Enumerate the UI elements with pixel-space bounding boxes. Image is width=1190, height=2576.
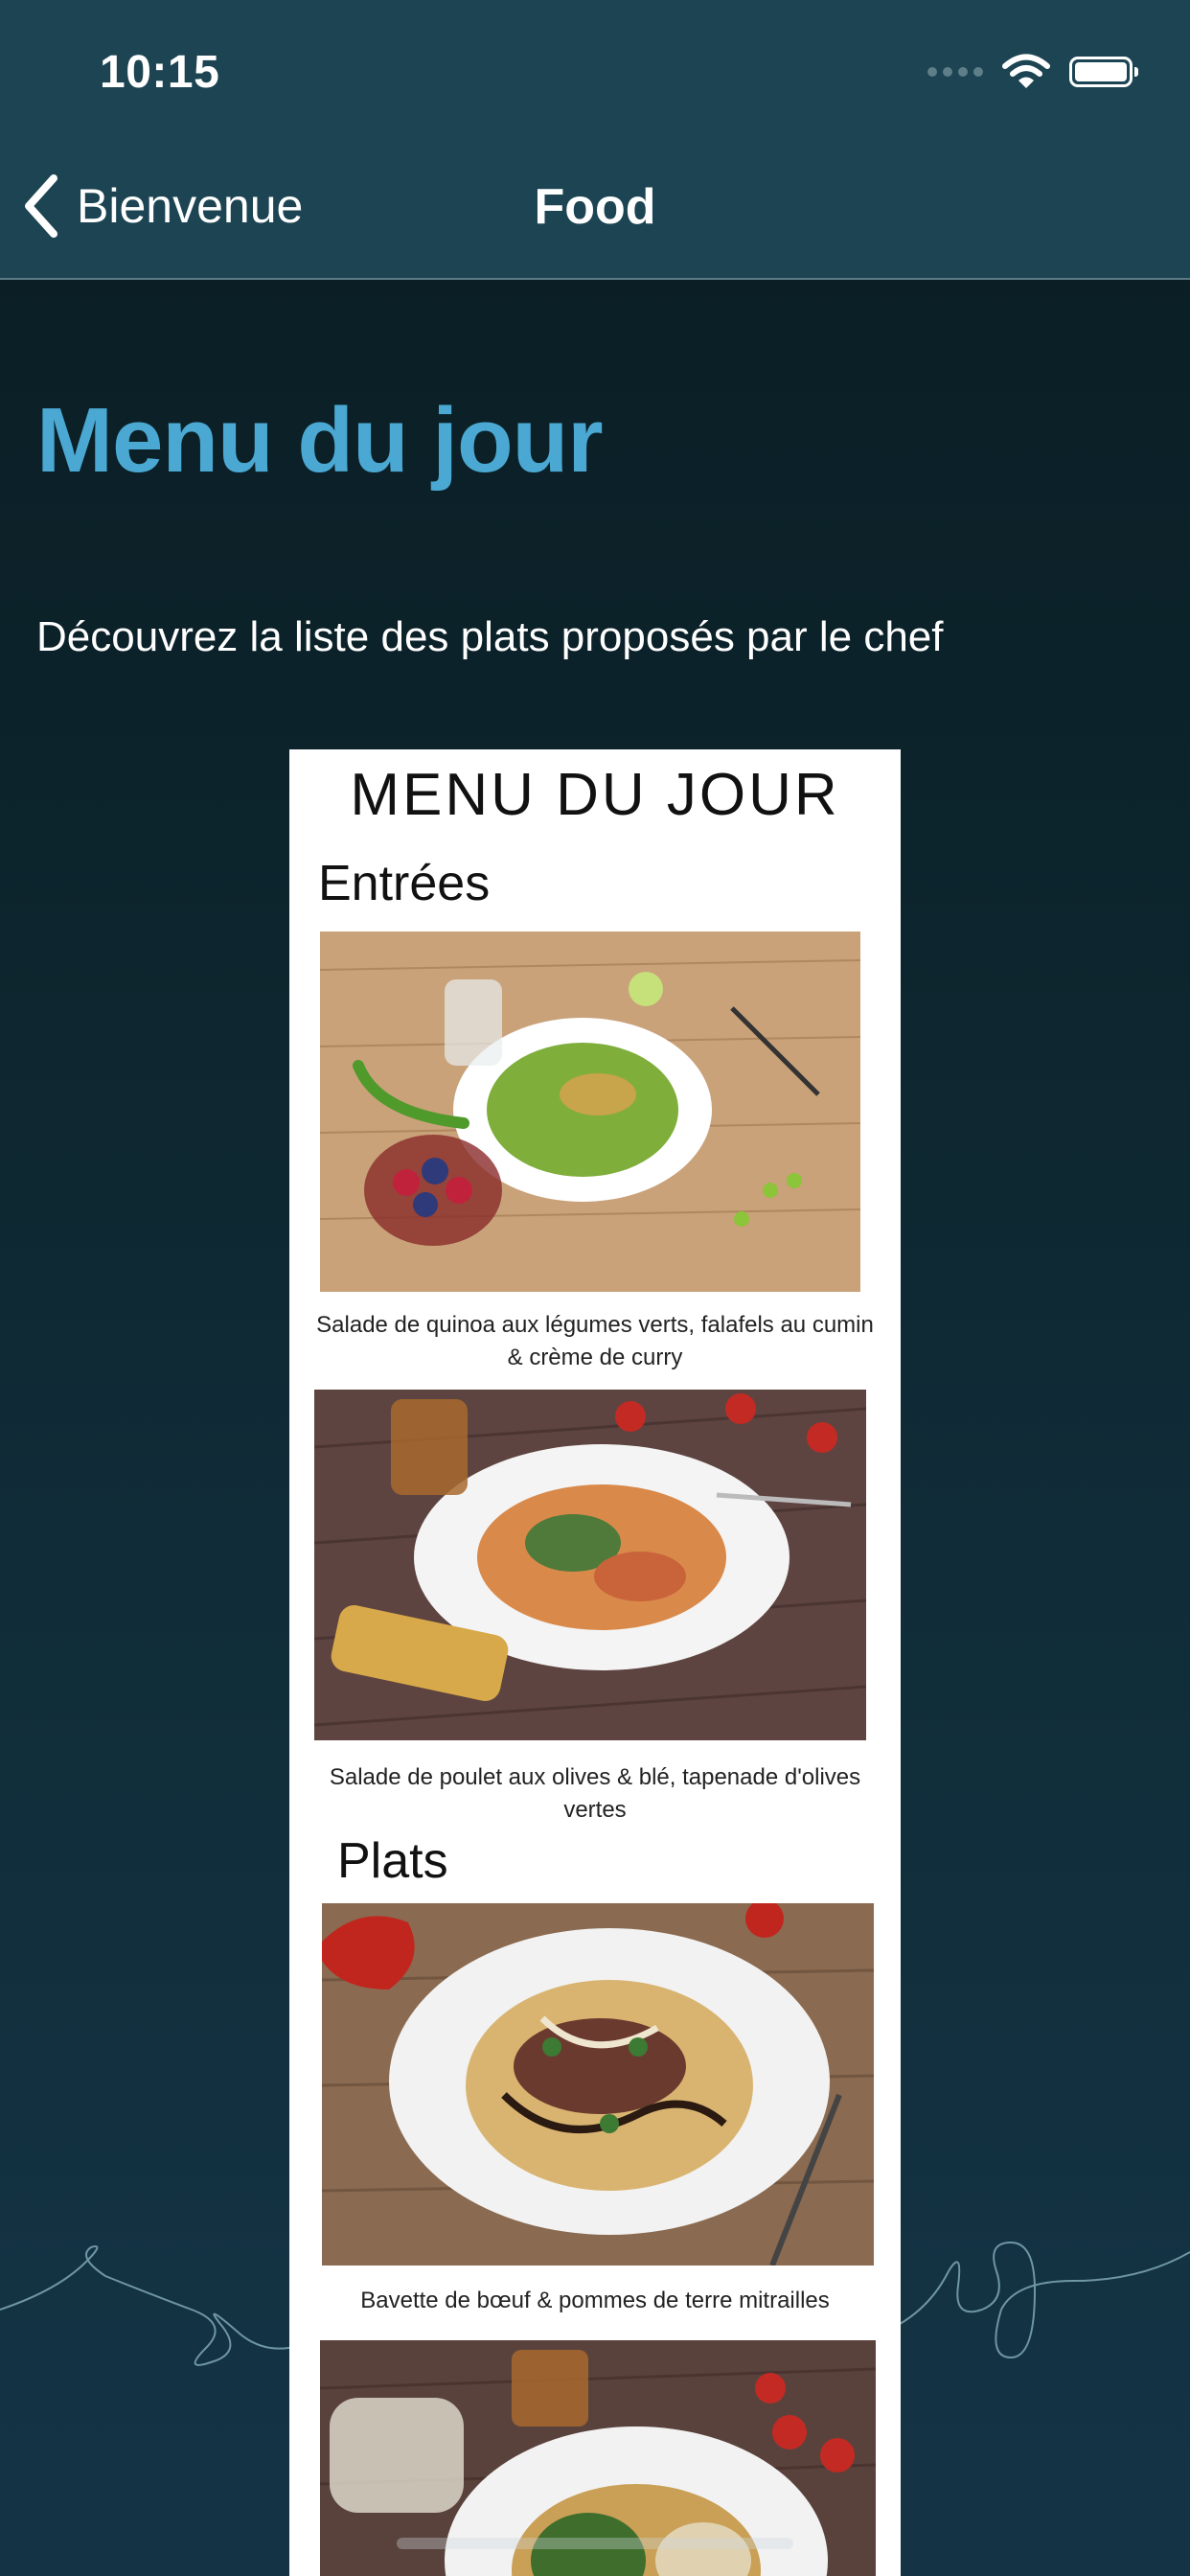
section-entrees: Entrées [318,856,491,911]
dish-photo-quinoa [320,932,860,1292]
section-plats: Plats [337,1833,448,1889]
navigation-bar: 10:15 Bienvenue Food [0,0,1190,280]
decorative-swirl-right [891,2241,1190,2359]
status-icons [927,54,1138,90]
status-time: 10:15 [100,47,220,98]
wifi-icon [1002,54,1050,88]
dish-photo-chicken [314,1390,866,1740]
dish-caption-chicken: Salade de poulet aux olives & blé, tapen… [329,1764,861,1823]
battery-icon [1069,57,1138,87]
signal-dots-icon [927,67,983,77]
page-title: Food [534,179,656,235]
menu-subtitle: Découvrez la liste des plats proposés pa… [36,613,944,660]
dish-photo-beef [322,1903,874,2266]
dish-caption-beef: Bavette de bœuf & pommes de terre mitrai… [360,2288,830,2313]
dish-caption-quinoa: Salade de quinoa aux légumes verts, fala… [316,1312,874,1370]
menu-heading: Menu du jour [36,389,604,492]
menu-image[interactable]: MENU DU JOUR Entrées Salade de quinoa au… [289,749,901,2576]
home-indicator [397,2538,793,2549]
menu-image-title: MENU DU JOUR [350,762,840,828]
decorative-swirl-left [0,2245,307,2366]
